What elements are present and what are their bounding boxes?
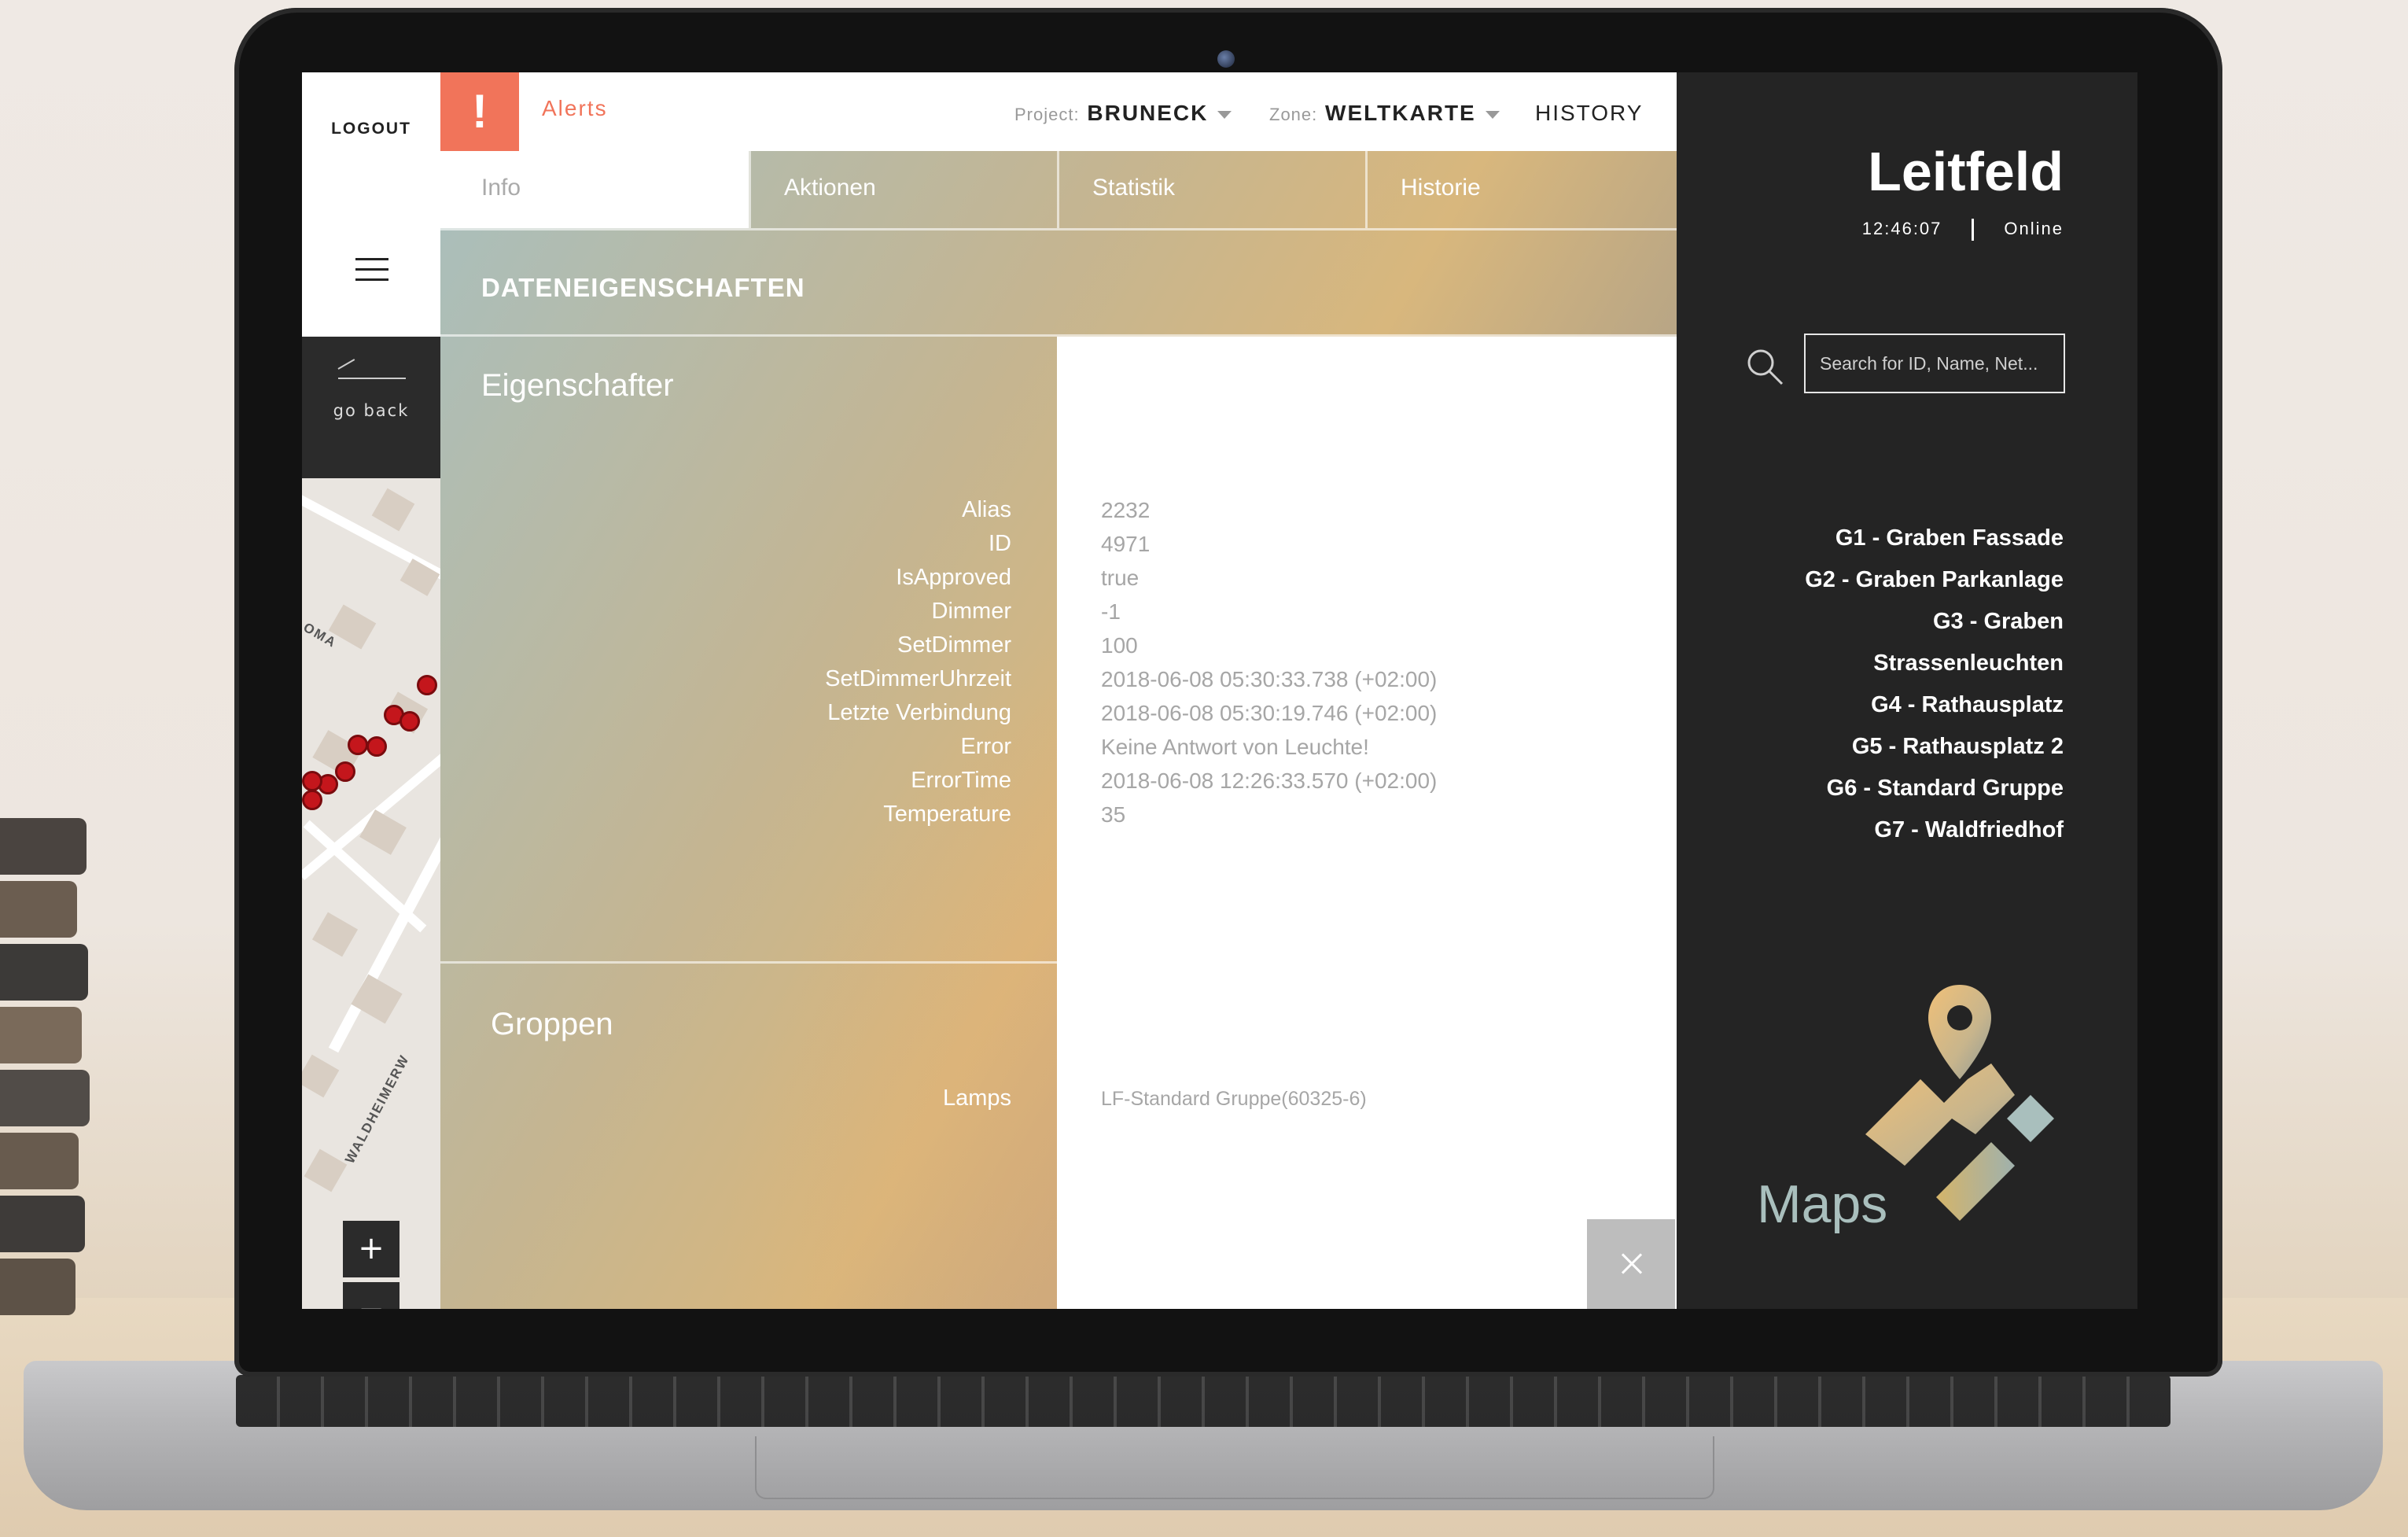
map-lamp-marker[interactable]: [335, 761, 355, 782]
property-value: 2018-06-08 05:30:19.746 (+02:00): [1101, 701, 1438, 725]
logout-button[interactable]: LOGOUT: [302, 120, 440, 138]
book: [0, 944, 88, 1001]
group-list: G1 - Graben Fassade G2 - Graben Parkanla…: [1686, 518, 2064, 851]
sidebar-group-g3-continued[interactable]: Strassenleuchten: [1686, 643, 2064, 684]
clock: 12:46:07: [1861, 219, 1942, 238]
sidebar-group-g2[interactable]: G2 - Graben Parkanlage: [1686, 559, 2064, 601]
map-street-label: WALDHEIMERW: [342, 1052, 413, 1167]
sidebar-group-g3[interactable]: G3 - Graben: [1686, 601, 2064, 643]
alerts-icon[interactable]: !: [440, 72, 519, 151]
connection-status: Online: [2004, 219, 2064, 238]
search-icon[interactable]: [1744, 346, 1785, 387]
map-building: [302, 1054, 340, 1098]
hamburger-menu-icon[interactable]: [355, 258, 388, 282]
map-lamp-marker[interactable]: [348, 735, 368, 755]
property-label: ID: [989, 531, 1011, 556]
history-link[interactable]: HISTORY: [1535, 101, 1643, 126]
zoom-in-button[interactable]: +: [343, 1221, 399, 1277]
project-selector[interactable]: Project: BRUNECK: [1014, 101, 1232, 126]
alerts-link[interactable]: Alerts: [542, 96, 608, 121]
map-building: [351, 974, 403, 1024]
property-label: SetDimmerUhrzeit: [825, 666, 1011, 691]
laptop-trackpad: [755, 1436, 1714, 1499]
status-separator: [1972, 219, 1975, 241]
property-labels: Alias ID IsApproved Dimmer SetDimmer Set…: [618, 72, 1011, 1309]
property-label: ErrorTime: [911, 768, 1011, 793]
book: [0, 1133, 79, 1189]
laptop-keyboard: [236, 1375, 2171, 1427]
group-label: Lamps: [942, 1085, 1011, 1111]
property-value: 35: [1101, 802, 1126, 827]
tab-historie[interactable]: Historie: [1365, 151, 1673, 228]
property-value: 2018-06-08 05:30:33.738 (+02:00): [1101, 667, 1438, 691]
property-value: true: [1101, 566, 1140, 590]
map-lamp-marker[interactable]: [366, 736, 387, 757]
groups-title: Groppen: [491, 1007, 613, 1041]
property-label: Alias: [962, 497, 1011, 522]
map-building: [399, 558, 440, 596]
property-label: Letzte Verbindung: [827, 700, 1011, 725]
map-road: [302, 746, 440, 880]
map-building: [311, 912, 359, 957]
back-arrow-icon: [338, 378, 406, 379]
tab-statistik[interactable]: Statistik: [1057, 151, 1365, 228]
book: [0, 1196, 85, 1252]
property-value: 2018-06-08 12:26:33.570 (+02:00): [1101, 768, 1438, 793]
go-back-label: go back: [333, 401, 410, 420]
sidebar-group-g5[interactable]: G5 - Rathausplatz 2: [1686, 726, 2064, 768]
map-lamp-marker[interactable]: [302, 771, 322, 791]
book: [0, 1007, 82, 1063]
property-label: Error: [960, 734, 1011, 759]
map-lamp-marker[interactable]: [417, 675, 437, 695]
property-label: Dimmer: [931, 599, 1012, 624]
mini-map[interactable]: OMA WALDHEIMERW + −: [302, 478, 440, 1309]
map-building: [304, 1148, 348, 1192]
brand-title: Leitfeld: [1868, 141, 2064, 202]
property-value: 4971: [1101, 532, 1151, 556]
property-label: Temperature: [883, 802, 1011, 827]
go-back-button[interactable]: go back: [302, 337, 440, 478]
book: [0, 881, 77, 938]
zone-selector[interactable]: Zone: WELTKARTE: [1269, 101, 1500, 126]
zone-prefix: Zone:: [1269, 105, 1318, 124]
map-building: [371, 488, 415, 532]
books-stack: [0, 787, 94, 1369]
webcam: [1217, 50, 1235, 68]
chevron-down-icon: [1217, 110, 1232, 119]
book: [0, 818, 87, 875]
chevron-down-icon: [1485, 110, 1500, 119]
book: [0, 1259, 75, 1315]
property-label: IsApproved: [896, 565, 1011, 590]
sidebar-group-g1[interactable]: G1 - Graben Fassade: [1686, 518, 2064, 559]
search-input[interactable]: [1804, 334, 2065, 393]
map-lamp-marker[interactable]: [399, 711, 420, 732]
project-prefix: Project:: [1014, 105, 1080, 124]
maps-logo-icon[interactable]: [1865, 977, 2078, 1229]
zone-value: WELTKARTE: [1325, 101, 1476, 125]
sidebar-group-g7[interactable]: G7 - Waldfriedhof: [1686, 809, 2064, 851]
values-panel: [1057, 337, 1677, 1309]
app-screen: LOGOUT go back OMA WALDHEIMERW + ! Alert…: [302, 72, 2137, 1309]
property-value: 100: [1101, 633, 1138, 658]
right-sidebar: Leitfeld 12:46:07 Online G1 - Graben Fass…: [1677, 72, 2137, 1309]
maps-label[interactable]: Maps: [1757, 1174, 1887, 1235]
book: [0, 1070, 90, 1126]
property-label: SetDimmer: [897, 632, 1011, 658]
property-value: 2232: [1101, 498, 1151, 522]
map-lamp-marker[interactable]: [302, 790, 322, 810]
project-value: BRUNECK: [1087, 101, 1209, 125]
left-column: LOGOUT go back OMA WALDHEIMERW +: [302, 72, 440, 1309]
property-value: Keine Antwort von Leuchte!: [1101, 735, 1369, 759]
sidebar-group-g4[interactable]: G4 - Rathausplatz: [1686, 684, 2064, 726]
close-button[interactable]: [1587, 1219, 1675, 1309]
property-value: -1: [1101, 599, 1121, 624]
status-line: 12:46:07 Online: [1862, 219, 2064, 241]
sidebar-group-g6[interactable]: G6 - Standard Gruppe: [1686, 768, 2064, 809]
zoom-out-button[interactable]: −: [343, 1282, 399, 1309]
group-value: LF-Standard Gruppe(60325-6): [1101, 1088, 1367, 1110]
